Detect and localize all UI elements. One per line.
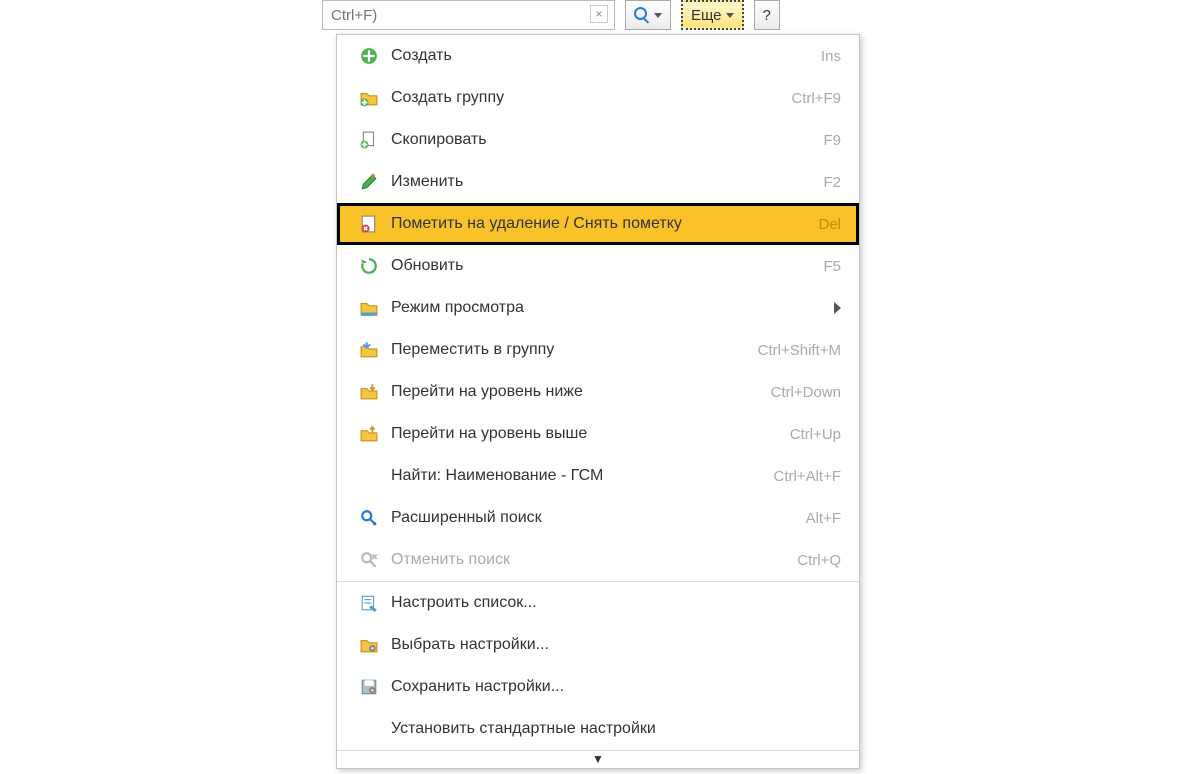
menu-item-shortcut: F2	[823, 174, 841, 191]
more-button[interactable]: Еще	[681, 0, 744, 30]
menu-item-label: Создать	[383, 47, 821, 65]
menu-item-label: Расширенный поиск	[383, 509, 806, 527]
menu-item[interactable]: Переместить в группуCtrl+Shift+M	[337, 329, 859, 371]
menu-item-shortcut: Ctrl+Down	[771, 384, 841, 401]
more-dropdown-menu: СоздатьInsСоздать группуCtrl+F9Скопирова…	[336, 34, 860, 769]
menu-item-shortcut: Ctrl+Q	[797, 552, 841, 569]
search-icon	[634, 7, 650, 23]
edit-icon	[355, 173, 383, 191]
menu-item-label: Настроить список...	[383, 594, 841, 612]
menu-item[interactable]: Выбрать настройки...	[337, 624, 859, 666]
level-up-icon	[355, 425, 383, 443]
menu-item[interactable]: Настроить список...	[337, 582, 859, 624]
level-down-icon	[355, 383, 383, 401]
menu-item[interactable]: Пометить на удаление / Снять пометкуDel	[337, 203, 859, 245]
menu-item-shortcut: F5	[823, 258, 841, 275]
menu-item[interactable]: Отменить поискCtrl+Q	[337, 539, 859, 581]
configure-list-icon	[355, 594, 383, 612]
menu-item[interactable]: ОбновитьF5	[337, 245, 859, 287]
menu-item[interactable]: Создать группуCtrl+F9	[337, 77, 859, 119]
menu-item[interactable]: ИзменитьF2	[337, 161, 859, 203]
choose-settings-icon	[355, 636, 383, 654]
menu-item-label: Выбрать настройки...	[383, 636, 841, 654]
menu-item-shortcut: F9	[823, 132, 841, 149]
chevron-down-icon	[654, 13, 662, 18]
search-clear-button[interactable]: ×	[590, 5, 608, 23]
help-button[interactable]: ?	[754, 0, 780, 30]
menu-item-label: Установить стандартные настройки	[383, 720, 841, 738]
toolbar: × Еще ?	[322, 0, 780, 30]
save-settings-icon	[355, 678, 383, 696]
menu-item-label: Перейти на уровень выше	[383, 425, 790, 443]
search-dropdown-button[interactable]	[625, 0, 671, 30]
menu-item-shortcut: Ctrl+Shift+M	[758, 342, 841, 359]
create-group-icon	[355, 89, 383, 107]
copy-icon	[355, 131, 383, 149]
menu-item[interactable]: Режим просмотра	[337, 287, 859, 329]
menu-item-shortcut: Alt+F	[806, 510, 841, 527]
more-label: Еще	[691, 7, 722, 24]
menu-item-shortcut: Ctrl+F9	[791, 90, 841, 107]
menu-item-label: Сохранить настройки...	[383, 678, 841, 696]
chevron-down-icon	[726, 13, 734, 18]
menu-item-label: Переместить в группу	[383, 341, 758, 359]
menu-item-label: Отменить поиск	[383, 551, 797, 569]
menu-item-label: Режим просмотра	[383, 299, 826, 317]
menu-item-shortcut: Ins	[821, 48, 841, 65]
menu-item[interactable]: СкопироватьF9	[337, 119, 859, 161]
mark-delete-icon	[355, 215, 383, 233]
menu-scroll-down-icon[interactable]: ▼	[337, 750, 859, 768]
create-icon	[355, 47, 383, 65]
menu-item-label: Изменить	[383, 173, 823, 191]
menu-item-shortcut: Ctrl+Up	[790, 426, 841, 443]
menu-item-label: Обновить	[383, 257, 823, 275]
help-label: ?	[763, 7, 771, 24]
view-mode-icon	[355, 299, 383, 317]
menu-item[interactable]: Перейти на уровень нижеCtrl+Down	[337, 371, 859, 413]
menu-item[interactable]: Установить стандартные настройки	[337, 708, 859, 750]
menu-item-shortcut: Del	[818, 216, 841, 233]
menu-item-label: Перейти на уровень ниже	[383, 383, 771, 401]
move-to-group-icon	[355, 341, 383, 359]
search-input-wrapper[interactable]: ×	[322, 0, 615, 30]
adv-search-icon	[355, 509, 383, 527]
menu-item[interactable]: Найти: Наименование - ГСМCtrl+Alt+F	[337, 455, 859, 497]
search-input[interactable]	[329, 6, 608, 25]
chevron-right-icon	[834, 302, 841, 314]
menu-item[interactable]: Перейти на уровень вышеCtrl+Up	[337, 413, 859, 455]
menu-item-label: Найти: Наименование - ГСМ	[383, 467, 773, 485]
cancel-search-icon	[355, 551, 383, 569]
refresh-icon	[355, 257, 383, 275]
menu-item-shortcut: Ctrl+Alt+F	[773, 468, 841, 485]
menu-item[interactable]: СоздатьIns	[337, 35, 859, 77]
menu-item-label: Пометить на удаление / Снять пометку	[383, 215, 818, 233]
menu-item-label: Скопировать	[383, 131, 823, 149]
menu-item[interactable]: Сохранить настройки...	[337, 666, 859, 708]
menu-item-label: Создать группу	[383, 89, 791, 107]
menu-item[interactable]: Расширенный поискAlt+F	[337, 497, 859, 539]
